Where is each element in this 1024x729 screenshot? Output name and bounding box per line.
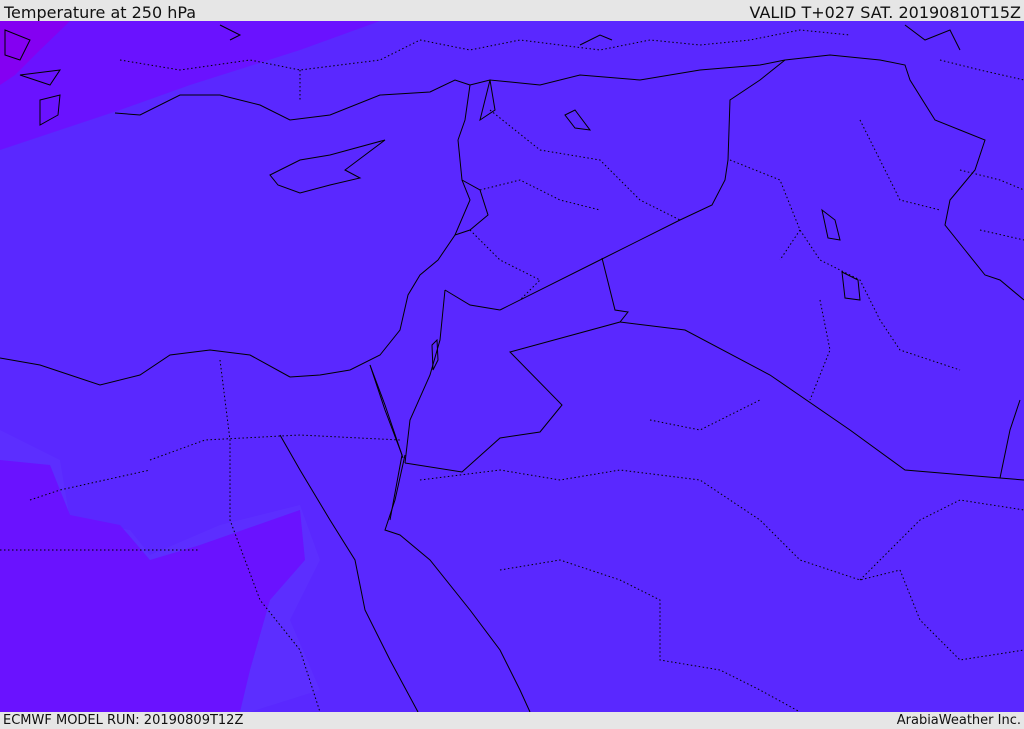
model-run: ECMWF MODEL RUN: 20190809T12Z bbox=[3, 713, 244, 728]
credit: ArabiaWeather Inc. bbox=[896, 713, 1021, 728]
footer-bar: ECMWF MODEL RUN: 20190809T12Z ArabiaWeat… bbox=[0, 712, 1024, 729]
header-bar: Temperature at 250 hPa VALID T+027 SAT. … bbox=[0, 0, 1024, 22]
map-title: Temperature at 250 hPa bbox=[4, 3, 197, 22]
valid-time: VALID T+027 SAT. 20190810T15Z bbox=[749, 3, 1021, 22]
map-viewer: Temperature at 250 hPa VALID T+027 SAT. … bbox=[0, 0, 1024, 729]
weather-map[interactable] bbox=[0, 21, 1024, 712]
